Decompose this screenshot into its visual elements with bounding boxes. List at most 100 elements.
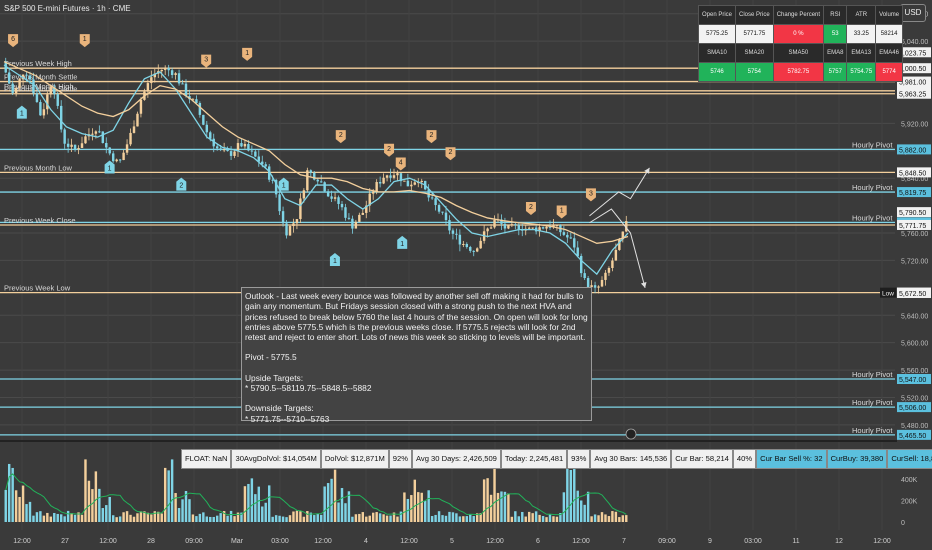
candle-body xyxy=(25,74,28,76)
stats-table: Open Price Close Price Change Percent RS… xyxy=(697,5,904,82)
volume-bar xyxy=(354,514,358,522)
volume-bar xyxy=(607,516,611,522)
stats-value-sma10: 5746 xyxy=(697,62,737,82)
volume-bar xyxy=(35,512,39,522)
volume-bar xyxy=(451,512,455,522)
price-tag-label: 5,547.00 xyxy=(899,377,926,384)
volume-bar xyxy=(482,479,486,522)
level-label: Previous Month Settle xyxy=(4,73,77,82)
volume-bar xyxy=(434,514,437,522)
candle-body xyxy=(455,233,458,235)
candle-body xyxy=(378,182,382,184)
candle-body xyxy=(354,221,358,229)
candle-body xyxy=(475,248,479,252)
volume-bar xyxy=(39,511,42,522)
price-tag-label: 5,672.50 xyxy=(899,291,926,298)
candle-body xyxy=(77,147,80,150)
volume-bar xyxy=(59,514,63,522)
volume-bar xyxy=(267,485,271,522)
volume-bar xyxy=(94,471,98,522)
candle-body xyxy=(18,79,21,88)
volume-bar xyxy=(122,512,125,522)
volume-bar xyxy=(611,511,614,522)
volume-bar xyxy=(177,508,181,522)
volume-bar xyxy=(184,491,188,522)
price-tick-label: 5,760.00 xyxy=(901,231,928,238)
time-tick-label: 12 xyxy=(835,538,843,545)
volume-bar xyxy=(28,501,32,522)
time-tick-label: 28 xyxy=(147,538,155,545)
candle-body xyxy=(396,173,399,176)
price-tag-label: 5,819.75 xyxy=(899,190,926,197)
price-side-tag-label: Low xyxy=(882,291,894,298)
volume-bar xyxy=(420,492,423,522)
candle-body xyxy=(132,126,136,133)
candle-body xyxy=(344,207,347,218)
volume-bar xyxy=(351,516,354,522)
time-tick-label: 27 xyxy=(61,538,69,545)
candle-body xyxy=(56,94,59,106)
marker-label: 2 xyxy=(339,132,343,139)
currency-button[interactable]: USD xyxy=(900,4,926,22)
level-label: Hourly Pivot xyxy=(852,213,893,222)
volume-bar xyxy=(132,516,136,522)
volume-bar xyxy=(441,515,444,522)
candle-body xyxy=(371,191,375,194)
candle-body xyxy=(170,70,174,76)
candle-body xyxy=(413,182,417,185)
volume-stat-cell: 40% xyxy=(732,449,757,469)
price-tag-label: 5,963.25 xyxy=(899,92,926,99)
stats-header-sma50: SMA50 xyxy=(772,43,825,63)
marker-label: 1 xyxy=(245,50,249,57)
candle-body xyxy=(150,77,153,84)
volume-bar xyxy=(396,516,399,522)
volume-bar xyxy=(295,510,299,522)
stats-header-ema46: EMA46 xyxy=(875,43,904,63)
marker-label: 1 xyxy=(282,183,286,190)
volume-bar xyxy=(382,514,385,522)
candle-body xyxy=(347,217,351,219)
volume-bar xyxy=(288,515,292,522)
volume-bar xyxy=(510,516,514,522)
level-label: Previous Week Close xyxy=(4,216,76,225)
marker-label: 3 xyxy=(204,57,208,64)
stats-value-change: 0 % xyxy=(772,24,825,44)
volume-bar xyxy=(573,460,576,522)
volume-bar xyxy=(73,514,77,522)
time-tick-label: 03:00 xyxy=(744,538,762,545)
candle-body xyxy=(98,131,101,133)
symbol-title[interactable]: S&P 500 E-mini Futures · 1h · CME xyxy=(4,4,131,13)
candle-body xyxy=(545,226,548,229)
level-label: Hourly Pivot xyxy=(852,398,893,407)
volume-bar xyxy=(527,511,531,522)
candle-body xyxy=(385,175,389,178)
candle-body xyxy=(240,143,243,147)
volume-bar xyxy=(365,516,368,522)
candle-body xyxy=(285,223,288,236)
volume-bar xyxy=(340,488,344,522)
price-tick-label: 5,720.00 xyxy=(901,258,928,265)
level-label: Hourly Pivot xyxy=(852,183,893,192)
volume-bar xyxy=(326,483,330,522)
candle-body xyxy=(254,151,257,157)
volume-bar xyxy=(129,514,132,522)
time-tick-label: 5 xyxy=(450,538,454,545)
candle-body xyxy=(202,114,205,125)
volume-bar xyxy=(625,515,628,522)
candle-body xyxy=(351,218,354,229)
candle-body xyxy=(586,278,590,288)
volume-bar xyxy=(576,490,579,522)
candle-body xyxy=(136,113,139,127)
volume-bar xyxy=(455,513,458,522)
volume-bar xyxy=(108,496,111,522)
volume-bar xyxy=(462,516,465,522)
candle-body xyxy=(514,224,517,226)
candle-body xyxy=(444,212,448,221)
volume-bar xyxy=(618,517,621,522)
volume-bar xyxy=(534,511,538,522)
candle-body xyxy=(250,150,254,152)
candle-body xyxy=(562,232,566,235)
candle-body xyxy=(63,129,66,144)
candle-body xyxy=(527,227,531,229)
candle-body xyxy=(28,75,32,80)
